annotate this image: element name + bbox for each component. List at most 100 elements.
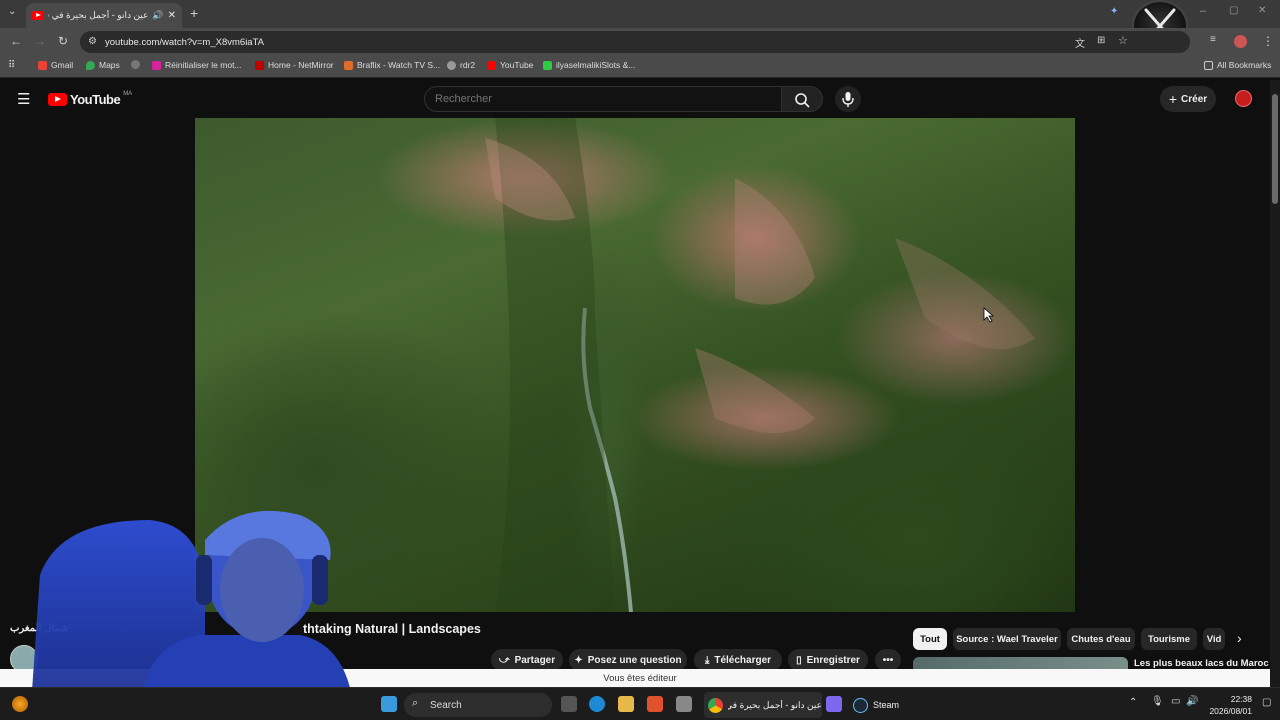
tray-volume-icon[interactable]: 🔊 xyxy=(1186,696,1198,707)
tab-active[interactable]: عين دانو - أجمل بحيرة في ف... 🔊 ✕ xyxy=(26,3,182,28)
braflix-icon xyxy=(344,60,353,70)
bookmark-globe[interactable] xyxy=(131,60,140,69)
folder-icon xyxy=(1204,60,1213,70)
steam-icon xyxy=(853,697,868,713)
chip-all[interactable]: Tout xyxy=(913,628,947,650)
site-info-icon[interactable]: ⚙ xyxy=(88,36,97,47)
translate-icon[interactable]: 文 xyxy=(1075,35,1085,50)
page-scrollbar[interactable] xyxy=(1270,80,1280,687)
omnibox[interactable]: ⚙ youtube.com/watch?v=m_X8vm6iaTA 文 ⊞ ☆ xyxy=(80,31,1190,53)
share-button[interactable]: ⤻ Partager xyxy=(491,649,563,671)
chip-videos[interactable]: Vid xyxy=(1203,628,1225,650)
brave-icon[interactable] xyxy=(647,696,663,712)
taskbar-steam[interactable]: Steam xyxy=(853,692,913,718)
windows-start-icon[interactable] xyxy=(381,696,397,712)
minimize-icon[interactable]: – xyxy=(1200,5,1206,17)
edge-icon[interactable] xyxy=(589,696,605,712)
rdr2-icon xyxy=(447,60,456,70)
more-actions-button[interactable]: ••• xyxy=(875,649,901,671)
ask-question-button[interactable]: ✦ Posez une question xyxy=(569,649,687,671)
bookmark-slots[interactable]: ilyaselmalikiSlots &... xyxy=(543,60,635,70)
bookmark-star-icon[interactable]: ☆ xyxy=(1118,34,1128,47)
sparkle-icon: ✦ xyxy=(574,654,583,666)
profile-avatar[interactable] xyxy=(1234,35,1247,48)
file-explorer-icon[interactable] xyxy=(618,696,634,712)
forward-icon[interactable]: → xyxy=(34,34,46,48)
chip-waterfalls[interactable]: Chutes d'eau xyxy=(1067,628,1135,650)
youtube-header: ☰ YouTube MA + Créer xyxy=(0,80,1280,118)
save-button[interactable]: ▯ Enregistrer xyxy=(788,649,868,671)
youtube-favicon-icon xyxy=(32,11,44,20)
region-code: MA xyxy=(123,90,133,97)
bookmark-youtube[interactable]: YouTube xyxy=(487,60,533,70)
share-icon: ⤻ xyxy=(498,654,510,666)
bookmark-netmirror[interactable]: Home - NetMirror xyxy=(255,60,334,70)
all-bookmarks[interactable]: All Bookmarks xyxy=(1204,60,1271,70)
maximize-icon[interactable]: ▢ xyxy=(1229,5,1238,16)
youtube-icon xyxy=(487,60,496,70)
account-avatar[interactable] xyxy=(1235,90,1252,107)
tab-list-icon[interactable]: ⌄ xyxy=(8,6,16,17)
close-tab-icon[interactable]: ✕ xyxy=(168,10,176,21)
bookmark-icon: ▯ xyxy=(796,654,802,666)
reload-icon[interactable]: ↻ xyxy=(58,34,68,48)
bookmarks-bar: ⠿ Gmail Maps Réinitialiser le mot... Hom… xyxy=(0,56,1280,78)
taskbar-clock[interactable]: 22:38 2026/08/01 xyxy=(1206,693,1252,717)
ai-assist-icon[interactable]: ✦ xyxy=(1110,6,1118,17)
new-tab-icon[interactable]: + xyxy=(190,5,198,21)
url-text: youtube.com/watch?v=m_X8vm6iaTA xyxy=(105,36,265,48)
gmail-icon xyxy=(38,60,47,70)
microphone-icon xyxy=(842,92,854,107)
recommendation-title[interactable]: Les plus beaux lacs du Maroc xyxy=(1134,658,1269,669)
extensions-icon[interactable]: ≡ xyxy=(1210,34,1216,45)
apps-icon[interactable]: ⠿ xyxy=(8,60,15,71)
weather-icon[interactable] xyxy=(12,696,28,712)
menu-icon[interactable]: ⋮ xyxy=(1262,34,1274,48)
bookmark-rdr2[interactable]: rdr2 xyxy=(447,60,475,70)
download-icon: ⤓ xyxy=(704,654,710,666)
more-icon: ••• xyxy=(882,654,894,666)
chip-source[interactable]: Source : Wael Traveler xyxy=(953,628,1061,650)
youtube-logo-text: YouTube xyxy=(70,92,121,107)
tab-title: عين دانو - أجمل بحيرة في ف... xyxy=(48,10,149,20)
search-icon xyxy=(795,93,810,108)
mouse-cursor-icon xyxy=(983,307,995,323)
chip-tourism[interactable]: Tourisme xyxy=(1141,628,1197,650)
slots-icon xyxy=(543,60,552,70)
audio-icon[interactable]: 🔊 xyxy=(152,10,163,21)
chrome-icon xyxy=(708,697,723,713)
bookmark-instagram[interactable]: Réinitialiser le mot... xyxy=(152,60,242,70)
taskbar-search[interactable]: ⌕ Search xyxy=(404,693,552,717)
search-input[interactable] xyxy=(424,86,782,112)
tray-network-icon[interactable]: ▭ xyxy=(1171,696,1180,707)
maps-icon xyxy=(86,60,95,70)
back-icon[interactable]: ← xyxy=(10,34,22,48)
search-button[interactable] xyxy=(781,86,823,112)
notifications-icon[interactable]: ▢ xyxy=(1262,697,1271,708)
browser-toolbar: ← → ↻ ⚙ youtube.com/watch?v=m_X8vm6iaTA … xyxy=(0,28,1280,56)
taskbar-search-icon: ⌕ xyxy=(412,697,419,709)
hamburger-menu-icon[interactable]: ☰ xyxy=(17,90,30,108)
download-button[interactable]: ⤓ Télécharger xyxy=(694,649,782,671)
plus-icon: + xyxy=(1168,91,1178,107)
scrollbar-thumb[interactable] xyxy=(1272,94,1278,204)
store-icon[interactable] xyxy=(676,696,692,712)
taskbar-chrome-window[interactable]: عين دانو - أجمل بحيرة في xyxy=(704,692,822,718)
browser-tab-bar: ⌄ عين دانو - أجمل بحيرة في ف... 🔊 ✕ + ✦ … xyxy=(0,0,1280,28)
teams-icon[interactable] xyxy=(826,696,842,712)
bookmark-gmail[interactable]: Gmail xyxy=(38,60,73,70)
instagram-icon xyxy=(152,60,161,70)
bookmark-braflix[interactable]: Braflix - Watch TV S... xyxy=(344,60,440,70)
tray-chevron-icon[interactable]: ⌃ xyxy=(1129,697,1137,708)
voice-search-button[interactable] xyxy=(835,86,861,112)
bookmark-maps[interactable]: Maps xyxy=(86,60,120,70)
netmirror-icon xyxy=(255,60,264,70)
chevron-right-icon[interactable]: › xyxy=(1237,630,1242,646)
windows-taskbar: ⌕ Search عين دانو - أجمل بحيرة في Steam … xyxy=(0,687,1280,720)
tray-mic-icon[interactable]: 🎙 xyxy=(1151,696,1164,707)
install-icon[interactable]: ⊞ xyxy=(1097,35,1105,46)
task-view-icon[interactable] xyxy=(561,696,577,712)
youtube-logo[interactable]: YouTube MA xyxy=(48,90,133,107)
create-button[interactable]: + Créer xyxy=(1160,86,1216,112)
close-window-icon[interactable]: ✕ xyxy=(1258,5,1266,16)
